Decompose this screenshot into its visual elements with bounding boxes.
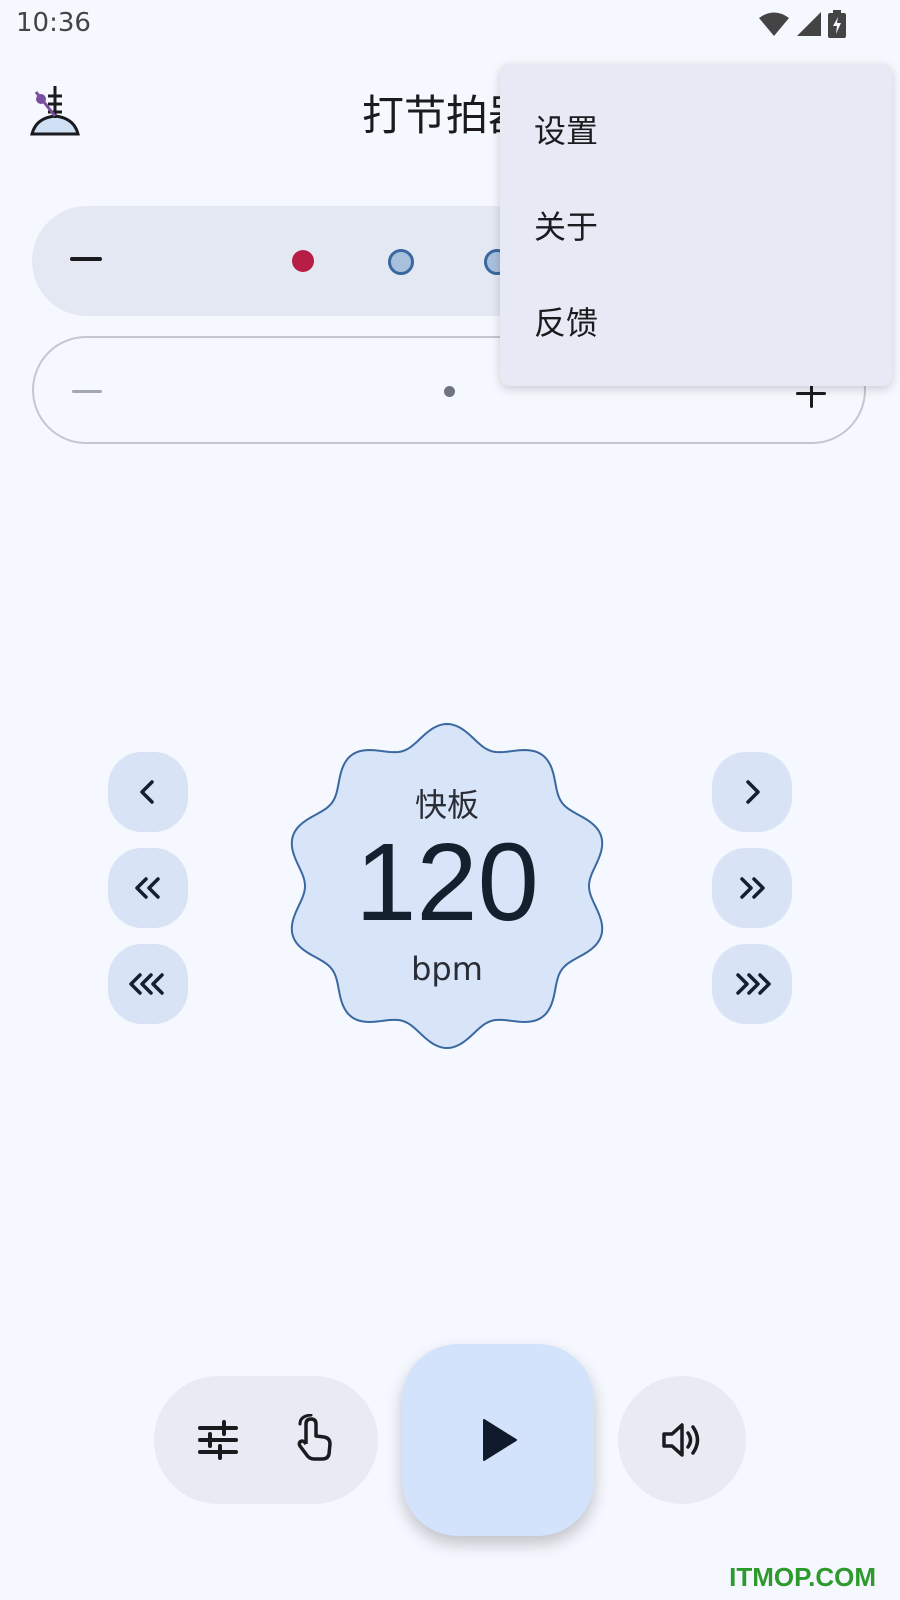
menu-item-feedback[interactable]: 反馈 [534, 298, 598, 344]
metronome-logo-icon [30, 86, 80, 136]
bpm-value[interactable]: 120 [282, 828, 612, 938]
tempo-decrease-10-button[interactable] [108, 944, 188, 1024]
beat-dot[interactable] [388, 249, 414, 275]
tempo-increase-10-button[interactable] [712, 944, 792, 1024]
double-chevron-left-icon [135, 877, 160, 899]
tempo-increase-1-button[interactable] [712, 752, 792, 832]
subdivision-dot[interactable] [444, 386, 455, 397]
battery-charging-icon [828, 10, 846, 38]
watermark: ITMOP.COM [729, 1562, 876, 1592]
signal-icon [797, 12, 821, 36]
tap-hand-icon[interactable] [290, 1414, 338, 1462]
triple-chevron-left-icon [129, 973, 164, 995]
remove-beat-button[interactable] [70, 257, 102, 261]
status-icons [758, 10, 846, 38]
double-chevron-right-icon [740, 877, 765, 899]
remove-subdivision-button[interactable] [72, 390, 102, 393]
tempo-decrease-1-button[interactable] [108, 752, 188, 832]
bpm-unit: bpm [411, 950, 483, 988]
wifi-icon [759, 12, 789, 36]
volume-icon [662, 1423, 700, 1457]
triple-chevron-right-icon [736, 973, 771, 995]
chevron-right-icon [746, 780, 760, 804]
menu-item-settings[interactable]: 设置 [534, 106, 598, 152]
menu-item-about[interactable]: 关于 [534, 202, 598, 248]
play-button[interactable] [402, 1344, 594, 1536]
chevron-left-icon [140, 780, 154, 804]
play-icon [483, 1419, 517, 1461]
sliders-icon[interactable] [194, 1416, 242, 1464]
beat-dot-accent[interactable] [292, 250, 314, 272]
tempo-decrease-5-button[interactable] [108, 848, 188, 928]
status-time: 10:36 [16, 8, 91, 38]
tempo-increase-5-button[interactable] [712, 848, 792, 928]
bottom-tools-pill [154, 1376, 378, 1504]
sound-button[interactable] [618, 1376, 746, 1504]
tempo-name: 快板 [414, 786, 479, 824]
